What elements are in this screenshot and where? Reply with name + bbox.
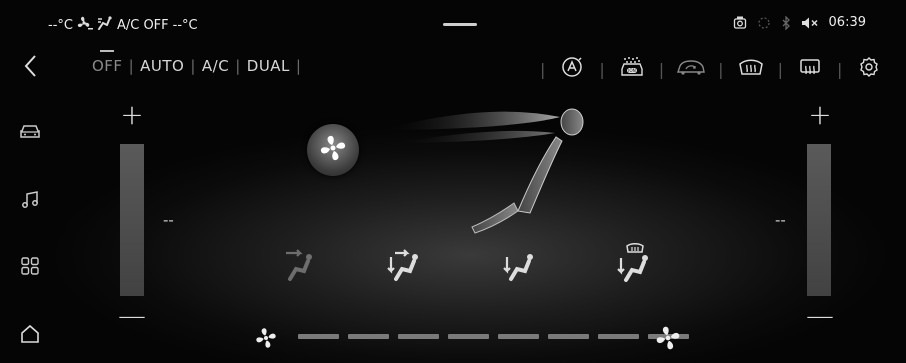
mode-ac-button[interactable]: A/C bbox=[196, 57, 235, 75]
left-temp-increase-button[interactable]: + bbox=[118, 101, 146, 129]
clock: 06:39 bbox=[828, 15, 866, 30]
mode-dual-button[interactable]: DUAL bbox=[241, 57, 296, 75]
driving-recorder-icon bbox=[733, 16, 747, 30]
front-defrost-button[interactable] bbox=[732, 54, 770, 84]
apps-grid-icon bbox=[20, 256, 40, 280]
toolbar-separator: | bbox=[658, 59, 665, 79]
selected-mode-indicator bbox=[100, 50, 114, 52]
car-icon bbox=[19, 123, 41, 145]
feet-defrost-airflow-icon bbox=[613, 243, 653, 290]
fan-speed-segment[interactable] bbox=[548, 334, 589, 339]
right-temp-increase-button[interactable]: + bbox=[806, 101, 834, 129]
mode-tabs: OFF | AUTO | A/C | DUAL | bbox=[86, 57, 301, 75]
feet-airflow-icon bbox=[497, 254, 537, 289]
mode-auto-button[interactable]: AUTO bbox=[134, 57, 190, 75]
svg-text:ION: ION bbox=[628, 68, 636, 73]
music-icon bbox=[20, 190, 40, 214]
status-left: --°C A/C OFF --°C bbox=[48, 16, 198, 34]
nav-car-button[interactable] bbox=[12, 116, 48, 152]
settings-icon bbox=[858, 56, 880, 82]
status-right: 06:39 bbox=[733, 15, 866, 30]
mode-off-button[interactable]: OFF bbox=[86, 57, 129, 75]
recirculation-button[interactable] bbox=[672, 54, 710, 84]
nav-home-button[interactable] bbox=[12, 318, 48, 354]
fan-speed-segment[interactable] bbox=[398, 334, 439, 339]
nav-music-button[interactable] bbox=[12, 184, 48, 220]
toolbar-separator: | bbox=[599, 59, 605, 79]
auto-recirculation-icon bbox=[560, 55, 584, 83]
face-airflow-button[interactable] bbox=[278, 245, 318, 285]
recirculation-icon bbox=[676, 57, 706, 81]
face-feet-airflow-icon bbox=[383, 249, 423, 289]
back-button[interactable] bbox=[12, 50, 48, 86]
drag-handle[interactable] bbox=[443, 23, 477, 26]
feet-defrost-airflow-button[interactable] bbox=[613, 240, 653, 286]
air-purifier-icon: ION bbox=[619, 55, 645, 83]
toolbar-separator: | bbox=[718, 59, 724, 79]
fan-high-icon bbox=[654, 326, 682, 356]
left-temp-status: --°C bbox=[48, 17, 73, 33]
toolbar-separator: | bbox=[777, 59, 783, 79]
face-feet-airflow-button[interactable] bbox=[383, 245, 423, 285]
fan-increase-button[interactable] bbox=[654, 324, 682, 356]
fan-low-icon bbox=[254, 328, 278, 354]
face-airflow-icon bbox=[278, 249, 318, 289]
ac-status: A/C OFF bbox=[116, 17, 169, 33]
fan-icon bbox=[318, 133, 348, 167]
right-temp-bar[interactable] bbox=[807, 144, 831, 296]
toolbar-separator: | bbox=[836, 59, 843, 79]
fan-speed-segment[interactable] bbox=[498, 334, 539, 339]
climate-screen: --°C A/C OFF --°C 06:39 OFF | AUTO | A/C… bbox=[0, 0, 906, 363]
left-temp-value: -- bbox=[163, 211, 174, 229]
chevron-left-icon bbox=[23, 54, 37, 82]
fan-speed-segment[interactable] bbox=[348, 334, 389, 339]
auto-recirculation-button[interactable] bbox=[553, 54, 591, 84]
air-purifier-button[interactable]: ION bbox=[613, 54, 651, 84]
right-temp-decrease-button[interactable]: — bbox=[806, 302, 834, 330]
fan-toggle-button[interactable] bbox=[307, 124, 359, 176]
rear-defrost-button[interactable] bbox=[791, 54, 829, 84]
nav-apps-button[interactable] bbox=[12, 250, 48, 286]
left-temp-decrease-button[interactable]: — bbox=[118, 302, 146, 330]
loading-icon bbox=[757, 16, 771, 30]
bluetooth-icon bbox=[781, 15, 791, 30]
fan-speed-bar[interactable] bbox=[298, 334, 689, 339]
fan-icon bbox=[77, 16, 93, 34]
toolbar-separator: | bbox=[540, 59, 546, 79]
mode-separator: | bbox=[295, 57, 302, 75]
left-temp-bar[interactable] bbox=[120, 144, 144, 296]
rear-defrost-icon bbox=[798, 56, 822, 82]
mute-icon bbox=[801, 16, 819, 30]
settings-button[interactable] bbox=[850, 54, 888, 84]
climate-toolbar: | | ION | | | | bbox=[532, 54, 888, 84]
right-temp-status: --°C bbox=[172, 17, 198, 33]
feet-airflow-button[interactable] bbox=[497, 245, 537, 285]
fan-decrease-button[interactable] bbox=[254, 326, 278, 354]
right-temp-value: -- bbox=[775, 211, 786, 229]
fan-speed-segment[interactable] bbox=[298, 334, 339, 339]
front-defrost-icon bbox=[738, 56, 764, 82]
home-icon bbox=[19, 323, 41, 349]
fan-speed-segment[interactable] bbox=[598, 334, 639, 339]
seat-airflow-icon bbox=[97, 16, 113, 34]
fan-speed-segment[interactable] bbox=[448, 334, 489, 339]
